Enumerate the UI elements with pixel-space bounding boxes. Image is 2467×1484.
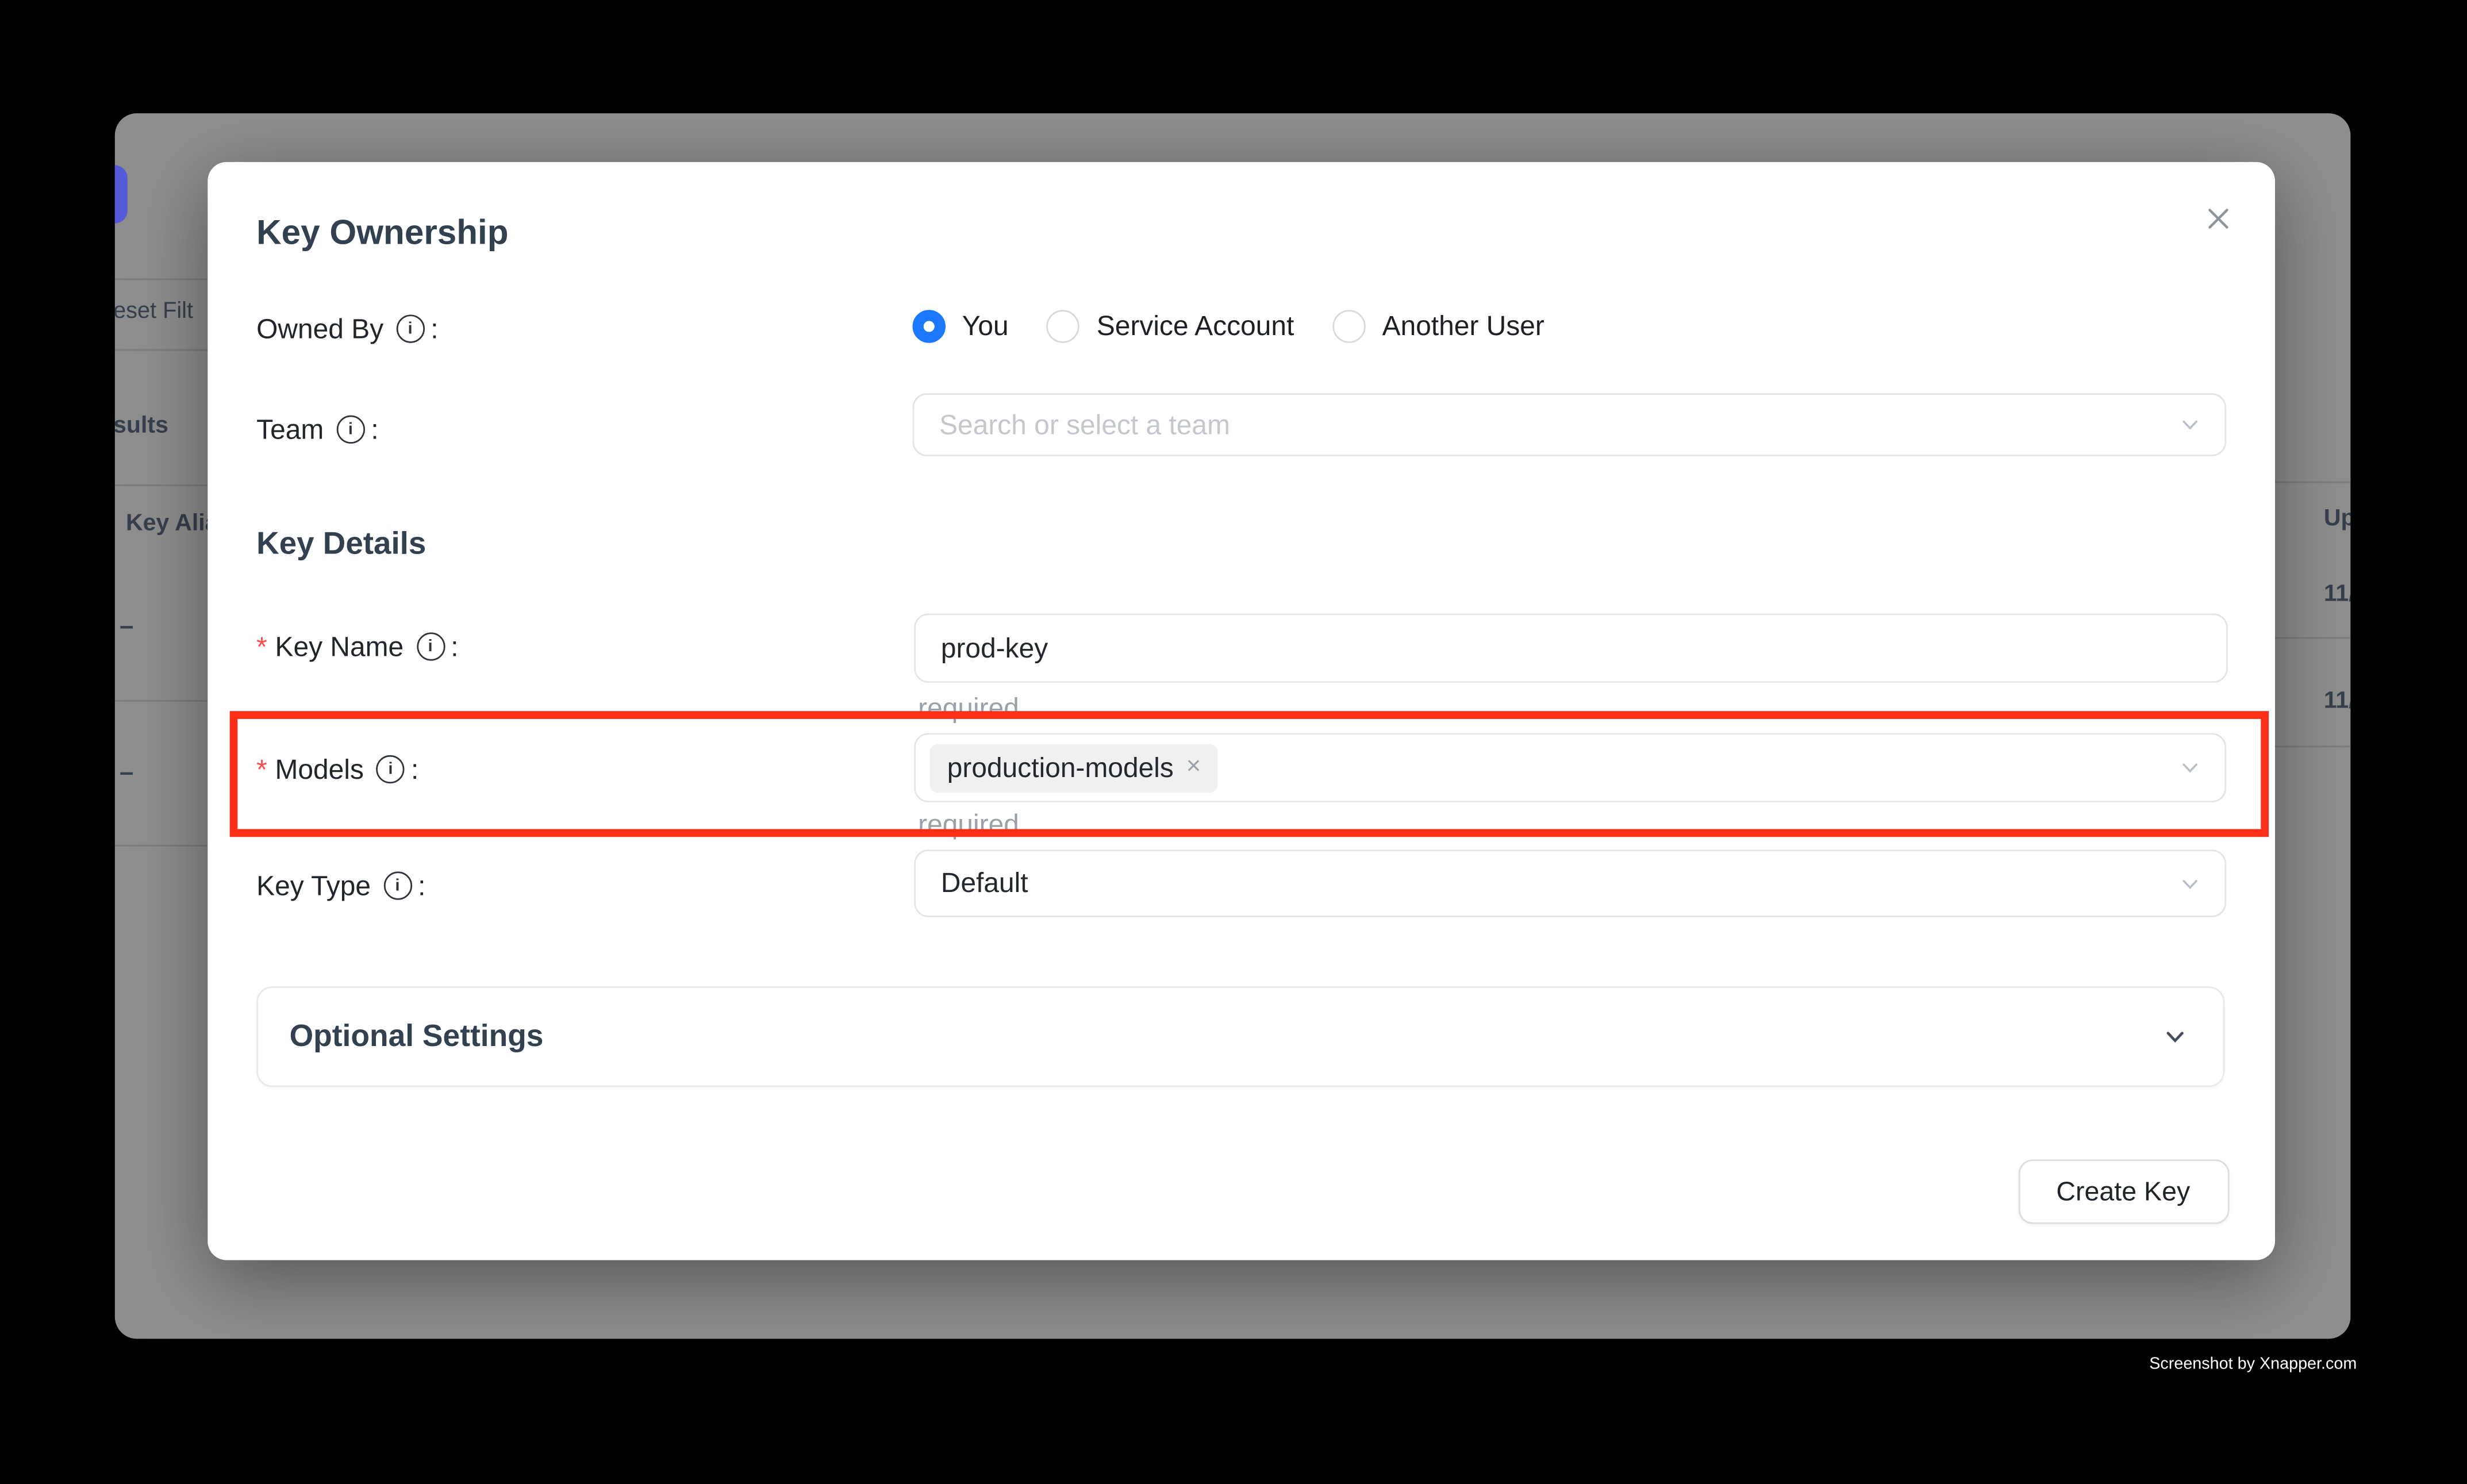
date-cell-fragment: 11/ [2324, 687, 2351, 714]
close-icon [2202, 203, 2234, 234]
owned-by-radio-group: You Service Account Another User [912, 303, 1544, 348]
table-divider [115, 700, 207, 702]
radio-label: Service Account [1097, 309, 1294, 342]
label-colon: : [371, 413, 378, 446]
key-type-label: Key Type i : [256, 868, 425, 903]
radio-label: Another User [1382, 309, 1544, 342]
radio-owned-by-you[interactable]: You [912, 309, 1008, 342]
reset-filters-fragment: eset Filt [115, 299, 193, 324]
team-select[interactable]: Search or select a team [913, 393, 2227, 456]
table-cell-dash: – [120, 614, 133, 642]
optional-settings-title: Optional Settings [290, 1018, 544, 1055]
label-colon: : [411, 753, 418, 786]
chevron-down-icon [2179, 757, 2201, 779]
radio-circle-checked [912, 309, 944, 342]
create-key-button-fragment [115, 165, 128, 223]
key-name-value: prod-key [941, 632, 1048, 664]
key-details-heading: Key Details [256, 527, 426, 563]
key-alias-column-fragment: Key Alia [126, 510, 218, 537]
key-type-label-text: Key Type [256, 869, 371, 902]
table-divider [115, 349, 207, 351]
chevron-down-icon [2179, 414, 2201, 436]
required-asterisk: * [256, 630, 267, 663]
team-label-text: Team [256, 413, 324, 446]
modal-title: Key Ownership [256, 213, 508, 253]
create-key-modal: Key Ownership Owned By i : You Service A… [207, 162, 2274, 1260]
table-divider [2275, 482, 2350, 483]
key-name-label-text: Key Name [275, 630, 404, 663]
radio-circle-unchecked [1046, 309, 1079, 342]
model-tag: production-models × [930, 743, 1219, 792]
table-cell-dash: – [120, 760, 133, 788]
radio-circle-unchecked [1332, 309, 1365, 342]
radio-label: You [962, 309, 1009, 342]
key-type-value: Default [941, 867, 1028, 899]
xnapper-watermark: Screenshot by Xnapper.com [2149, 1355, 2357, 1374]
info-icon: i [396, 314, 424, 343]
tag-remove-icon[interactable]: × [1186, 755, 1201, 781]
key-type-select[interactable]: Default [914, 849, 2226, 917]
radio-owned-by-another-user[interactable]: Another User [1332, 309, 1544, 342]
key-name-label: * Key Name i : [256, 629, 458, 664]
model-tag-label: production-models [947, 751, 1174, 784]
models-label: * Models i : [256, 752, 418, 786]
required-asterisk: * [256, 753, 267, 786]
chevron-down-icon [2179, 872, 2201, 894]
updated-column-fragment: Up [2324, 505, 2351, 532]
table-divider [115, 845, 207, 847]
info-icon: i [376, 755, 405, 783]
info-icon: i [336, 416, 364, 444]
models-validation-message: required [918, 809, 1019, 841]
info-icon: i [416, 632, 444, 660]
table-divider [2275, 745, 2350, 747]
table-divider [115, 278, 207, 280]
stage: eset Filt sults Key Alia – – Up 11/ 11/ … [0, 0, 2467, 1483]
screenshot-canvas: eset Filt sults Key Alia – – Up 11/ 11/ … [0, 0, 2467, 1484]
info-icon: i [383, 871, 412, 899]
label-colon: : [431, 312, 438, 345]
team-label: Team i : [256, 412, 379, 447]
create-key-button[interactable]: Create Key [2018, 1159, 2228, 1224]
close-button[interactable] [2199, 200, 2237, 238]
date-cell-fragment: 11/ [2324, 580, 2351, 608]
chevron-down-icon [2162, 1024, 2189, 1051]
team-placeholder: Search or select a team [939, 408, 1230, 441]
results-count-fragment: sults [115, 412, 168, 439]
key-name-validation-message: required [918, 692, 1019, 725]
key-name-input[interactable]: prod-key [914, 614, 2228, 683]
label-colon: : [451, 630, 458, 663]
owned-by-label-text: Owned By [256, 312, 383, 345]
optional-settings-toggle[interactable]: Optional Settings [256, 986, 2224, 1087]
radio-owned-by-service-account[interactable]: Service Account [1046, 309, 1294, 342]
table-divider [115, 485, 207, 486]
models-select[interactable]: production-models × [914, 733, 2226, 802]
label-colon: : [418, 869, 425, 902]
models-label-text: Models [275, 753, 363, 786]
table-divider [2275, 637, 2350, 639]
owned-by-label: Owned By i : [256, 312, 438, 346]
